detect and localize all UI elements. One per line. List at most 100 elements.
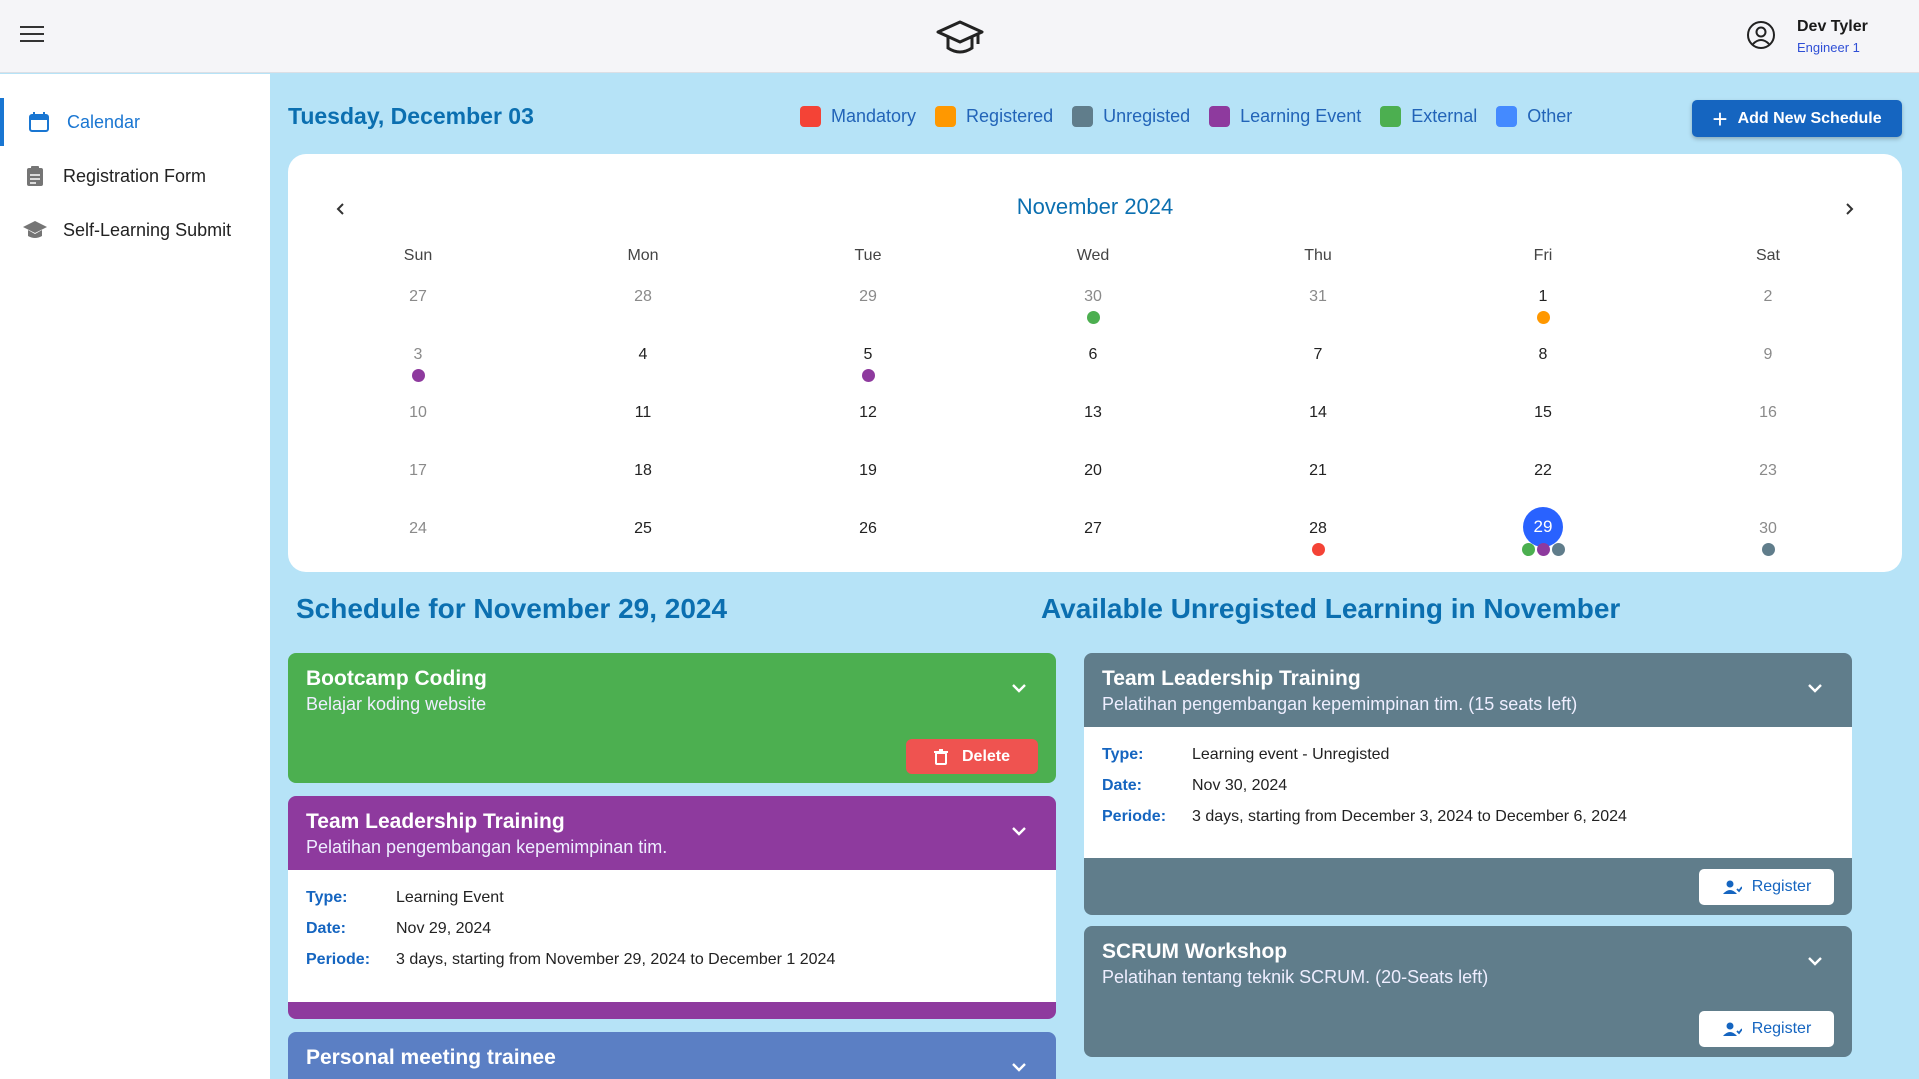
calendar-day-number: 8 <box>1538 346 1548 363</box>
calendar-day[interactable]: 29 <box>838 281 898 329</box>
legend-item: Other <box>1496 106 1572 127</box>
top-bar: Dev Tyler Engineer 1 <box>0 0 1919 73</box>
event-dot <box>411 369 425 382</box>
chevron-down-icon[interactable] <box>1806 952 1824 970</box>
card-subtitle: Belajar koding website <box>306 694 487 714</box>
calendar-day[interactable]: 11 <box>613 397 673 445</box>
add-new-schedule-button[interactable]: + Add New Schedule <box>1692 100 1902 137</box>
calendar-day[interactable]: 10 <box>388 397 448 445</box>
chevron-down-icon[interactable] <box>1010 679 1028 697</box>
calendar-day[interactable]: 21 <box>1288 455 1348 503</box>
register-button[interactable]: Register <box>1699 869 1834 905</box>
calendar-day[interactable]: 27 <box>388 281 448 329</box>
calendar-day[interactable]: 31 <box>1288 281 1348 329</box>
sidebar: Calendar Registration Form Self-Learning… <box>0 74 270 1079</box>
card-title: Bootcamp Coding <box>306 667 487 690</box>
register-label: Register <box>1751 878 1812 895</box>
legend-item: Mandatory <box>800 106 916 127</box>
calendar-day[interactable]: 13 <box>1063 397 1123 445</box>
detail-key: Date: <box>1102 776 1143 794</box>
weekday-header: Wed <box>1076 247 1110 264</box>
delete-button[interactable]: Delete <box>906 739 1038 774</box>
calendar-day[interactable]: 14 <box>1288 397 1348 445</box>
calendar-day[interactable]: 23 <box>1738 455 1798 503</box>
schedule-card-bootcamp-coding[interactable]: Bootcamp Coding Belajar koding website D… <box>288 653 1056 783</box>
detail-value: Nov 30, 2024 <box>1192 776 1288 794</box>
legend-swatch <box>1072 106 1094 127</box>
register-button[interactable]: Register <box>1699 1011 1834 1047</box>
event-dots <box>1288 543 1348 556</box>
chevron-down-icon[interactable] <box>1010 822 1028 840</box>
chevron-down-icon[interactable] <box>1010 1058 1028 1076</box>
detail-key: Type: <box>1102 745 1144 763</box>
calendar-day-number: 29 <box>1523 507 1563 547</box>
calendar-day[interactable]: 26 <box>838 513 898 561</box>
detail-value: 3 days, starting from November 29, 2024 … <box>396 950 836 968</box>
next-month-chevron-icon[interactable] <box>1834 194 1864 224</box>
card-subtitle: Pelatihan tentang teknik SCRUM. (20-Seat… <box>1102 967 1489 987</box>
calendar-day[interactable]: 20 <box>1063 455 1123 503</box>
calendar-day[interactable]: 16 <box>1738 397 1798 445</box>
calendar-day[interactable]: 25 <box>613 513 673 561</box>
legend-label: Unregisted <box>1103 106 1191 126</box>
calendar-day[interactable]: 29 <box>1513 507 1573 561</box>
calendar-day[interactable]: 27 <box>1063 513 1123 561</box>
calendar-day[interactable]: 28 <box>613 281 673 329</box>
calendar-day-number: 27 <box>409 288 427 305</box>
schedule-card-team-leadership[interactable]: Team Leadership Training Pelatihan penge… <box>288 796 1056 1019</box>
calendar-day[interactable]: 4 <box>613 339 673 387</box>
trash-icon <box>933 748 948 765</box>
calendar-day[interactable]: 2 <box>1738 281 1798 329</box>
calendar-day[interactable]: 15 <box>1513 397 1573 445</box>
card-subtitle: Pelatihan pengembangan kepemimpinan tim.… <box>1102 694 1578 714</box>
calendar-day-number: 4 <box>638 346 648 363</box>
calendar-day[interactable]: 22 <box>1513 455 1573 503</box>
calendar-day[interactable]: 18 <box>613 455 673 503</box>
plus-icon: + <box>1712 103 1728 134</box>
available-card-team-leadership[interactable]: Team Leadership Training Pelatihan penge… <box>1084 653 1852 915</box>
calendar-day[interactable]: 24 <box>388 513 448 561</box>
card-title: Team Leadership Training <box>306 810 565 833</box>
calendar-day-number: 15 <box>1534 404 1552 421</box>
schedule-card-personal-meeting[interactable]: Personal meeting trainee <box>288 1032 1056 1079</box>
calendar-day-number: 11 <box>634 404 652 421</box>
calendar-day[interactable]: 17 <box>388 455 448 503</box>
calendar-day[interactable]: 1 <box>1513 281 1573 329</box>
weekday-header: Tue <box>854 247 882 264</box>
account-circle-icon[interactable] <box>1746 20 1776 50</box>
calendar-day[interactable]: 9 <box>1738 339 1798 387</box>
weekday-header: Thu <box>1304 247 1332 264</box>
calendar-day[interactable]: 5 <box>838 339 898 387</box>
calendar-day[interactable]: 28 <box>1288 513 1348 561</box>
legend-label: External <box>1411 106 1478 126</box>
calendar-day[interactable]: 3 <box>388 339 448 387</box>
available-card-scrum-workshop[interactable]: SCRUM Workshop Pelatihan tentang teknik … <box>1084 926 1852 1057</box>
sidebar-item-registration-form[interactable]: Registration Form <box>0 152 270 200</box>
card-subtitle: Pelatihan pengembangan kepemimpinan tim. <box>306 837 668 857</box>
legend-swatch <box>800 106 821 127</box>
calendar-day[interactable]: 30 <box>1738 513 1798 561</box>
detail-key: Periode: <box>306 950 371 968</box>
person-add-icon <box>1722 880 1742 894</box>
calendar-day[interactable]: 7 <box>1288 339 1348 387</box>
calendar-day[interactable]: 8 <box>1513 339 1573 387</box>
weekday-header: Mon <box>627 247 659 264</box>
chevron-down-icon[interactable] <box>1806 679 1824 697</box>
sidebar-item-self-learning-submit[interactable]: Self-Learning Submit <box>0 206 270 254</box>
detail-value: Learning event - Unregisted <box>1192 745 1390 763</box>
calendar-day-number: 14 <box>1309 404 1327 421</box>
calendar-day[interactable]: 30 <box>1063 281 1123 329</box>
prev-month-chevron-icon[interactable] <box>326 194 356 224</box>
add-new-schedule-label: Add New Schedule <box>1737 109 1882 127</box>
card-details: Type: Learning event - Unregisted Date: No… <box>1084 727 1852 858</box>
sidebar-item-label: Self-Learning Submit <box>63 219 232 240</box>
detail-key: Periode: <box>1102 807 1167 825</box>
card-title: SCRUM Workshop <box>1102 940 1288 963</box>
register-label: Register <box>1751 1020 1812 1037</box>
calendar-day[interactable]: 6 <box>1063 339 1123 387</box>
calendar-day[interactable]: 12 <box>838 397 898 445</box>
hamburger-menu-icon[interactable] <box>20 26 44 46</box>
sidebar-item-calendar[interactable]: Calendar <box>0 98 270 146</box>
weekday-header: Fri <box>1533 247 1553 264</box>
calendar-day[interactable]: 19 <box>838 455 898 503</box>
